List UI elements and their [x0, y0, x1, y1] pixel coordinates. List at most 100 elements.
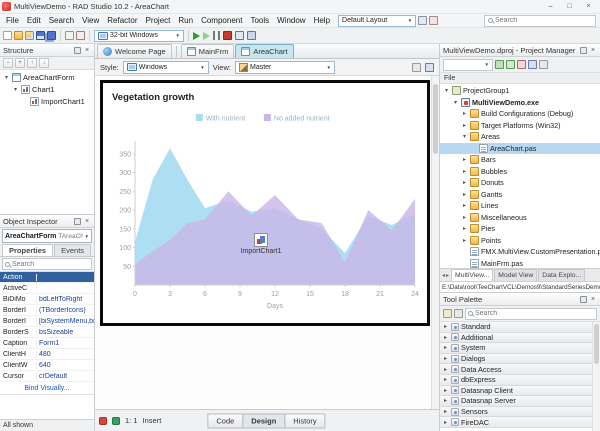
move-up-icon[interactable]: ↑: [27, 58, 37, 68]
view-design-button[interactable]: Design: [242, 413, 285, 428]
close-icon[interactable]: [589, 296, 597, 304]
palette-category-datasnap-server[interactable]: ▸Datasnap Server: [440, 396, 592, 407]
new-icon[interactable]: [3, 31, 12, 40]
options-icon[interactable]: [454, 309, 463, 318]
property-value[interactable]: 480: [37, 351, 94, 358]
expand-icon[interactable]: ▸: [461, 202, 468, 209]
structure-node-chart1[interactable]: ▾Chart1: [0, 83, 94, 95]
pm-tab-model-view[interactable]: Model View: [494, 269, 537, 281]
property-value[interactable]: Form1: [37, 340, 94, 347]
pin-icon[interactable]: [74, 47, 81, 54]
open-project-icon[interactable]: [25, 31, 34, 40]
project-node-areas[interactable]: ▾Areas: [440, 131, 600, 143]
palette-search-box[interactable]: [465, 308, 597, 320]
expand-icon[interactable]: ▸: [461, 156, 468, 163]
ide-search-box[interactable]: [484, 15, 596, 27]
move-down-icon[interactable]: ↓: [39, 58, 49, 68]
pin-icon[interactable]: [580, 296, 587, 303]
palette-category-sensors[interactable]: ▸Sensors: [440, 407, 592, 418]
trace-into-icon[interactable]: [235, 31, 244, 40]
scrollbar-thumb[interactable]: [594, 324, 599, 364]
menu-item-tools[interactable]: Tools: [246, 14, 273, 27]
property-row[interactable]: ActiveC: [0, 283, 94, 294]
expand-icon[interactable]: ▾: [3, 74, 10, 81]
stop-icon[interactable]: [223, 31, 232, 40]
expand-icon[interactable]: ▸: [461, 168, 468, 175]
remove-file-icon[interactable]: [76, 31, 85, 40]
inspector-search-input[interactable]: [12, 261, 89, 268]
menu-item-window[interactable]: Window: [273, 14, 309, 27]
expand-icon[interactable]: ▸: [461, 122, 468, 129]
open-icon[interactable]: [14, 31, 23, 40]
property-value[interactable]: bsSizeable: [37, 329, 94, 336]
pin-icon[interactable]: [580, 47, 587, 54]
pm-tab-multiview[interactable]: MultiView...: [451, 269, 493, 281]
project-selector-combo[interactable]: [443, 59, 493, 71]
structure-node-importchart1[interactable]: ImportChart1: [0, 95, 94, 107]
add-file-icon[interactable]: [65, 31, 74, 40]
bind-visually-link[interactable]: Bind Visually...: [0, 382, 94, 395]
project-node-multiviewdemo-exe[interactable]: ▾MultiViewDemo.exe: [440, 97, 600, 109]
wand-icon[interactable]: [443, 309, 452, 318]
save-all-icon[interactable]: [47, 31, 56, 40]
menu-item-edit[interactable]: Edit: [23, 14, 45, 27]
project-node-gantts[interactable]: ▸Gantts: [440, 189, 600, 201]
select-debug-desktop-icon[interactable]: [429, 16, 438, 25]
pin-icon[interactable]: [74, 218, 81, 225]
property-row[interactable]: CursorcrDefault: [0, 371, 94, 382]
tab-mainfrm[interactable]: MainFrm: [181, 44, 235, 58]
property-row[interactable]: BiDiMobdLeftToRight: [0, 294, 94, 305]
menu-item-refactor[interactable]: Refactor: [103, 14, 141, 27]
maximize-icon[interactable]: [560, 0, 579, 13]
run-no-debug-icon[interactable]: [203, 32, 210, 40]
project-node-bubbles[interactable]: ▸Bubbles: [440, 166, 600, 178]
expand-icon[interactable]: ▸: [442, 376, 449, 383]
project-node-areachart-pas[interactable]: AreaChart.pas: [440, 143, 600, 155]
view-code-button[interactable]: Code: [207, 413, 243, 428]
expand-icon[interactable]: ▸: [442, 323, 449, 330]
project-node-build-configurations-debug[interactable]: ▸Build Configurations (Debug): [440, 108, 600, 120]
close-icon[interactable]: [83, 47, 91, 55]
remove-icon[interactable]: [517, 60, 526, 69]
desktop-layout-combo[interactable]: Default Layout: [338, 15, 416, 27]
form-designer[interactable]: 5010015020025030035003691215182124DaysVe…: [95, 76, 439, 409]
minimize-icon[interactable]: [541, 0, 560, 13]
project-node-target-platforms-win32[interactable]: ▸Target Platforms (Win32): [440, 120, 600, 132]
palette-category-dbexpress[interactable]: ▸dbExpress: [440, 375, 592, 386]
scroll-left-icon[interactable]: ◂: [442, 272, 445, 279]
designer-options-icon[interactable]: [412, 63, 421, 72]
palette-category-firedac[interactable]: ▸FireDAC: [440, 417, 592, 428]
chart1-control[interactable]: 5010015020025030035003691215182124DaysVe…: [100, 80, 430, 326]
property-row[interactable]: BorderI(TBorderIcons): [0, 305, 94, 316]
property-value[interactable]: bdLeftToRight: [37, 296, 94, 303]
project-node-projectgroup1[interactable]: ▾ProjectGroup1: [440, 85, 600, 97]
expand-icon[interactable]: ▸: [442, 355, 449, 362]
palette-category-dialogs[interactable]: ▸Dialogs: [440, 354, 592, 365]
inspector-tab-properties[interactable]: Properties: [2, 244, 53, 256]
style-combo[interactable]: Windows: [123, 61, 209, 74]
menu-item-help[interactable]: Help: [310, 14, 334, 27]
expand-icon[interactable]: ▸: [461, 179, 468, 186]
save-desktop-icon[interactable]: [418, 16, 427, 25]
expand-icon[interactable]: ▾: [12, 86, 19, 93]
pause-icon[interactable]: [213, 31, 220, 40]
expand-icon[interactable]: ▸: [442, 334, 449, 341]
property-value[interactable]: [biSystemMenu,biM: [37, 318, 94, 325]
designer-grid-icon[interactable]: [425, 63, 434, 72]
build-icon[interactable]: [528, 60, 537, 69]
pm-tab-data-explo[interactable]: Data Explo...: [538, 269, 585, 281]
tab-welcome-page[interactable]: Welcome Page: [97, 44, 172, 58]
scrollbar-thumb[interactable]: [433, 84, 438, 154]
project-node-pies[interactable]: ▸Pies: [440, 223, 600, 235]
menu-item-run[interactable]: Run: [174, 14, 197, 27]
property-row[interactable]: ClientW640: [0, 360, 94, 371]
tab-areachart[interactable]: AreaChart: [235, 44, 293, 58]
project-node-lines[interactable]: ▸Lines: [440, 200, 600, 212]
tab-scroll-arrows[interactable]: ◂▸: [441, 272, 450, 279]
project-node-mainfrm-pas[interactable]: MainFrm.pas: [440, 258, 600, 269]
expand-icon[interactable]: ▸: [442, 419, 449, 426]
designer-vertical-scrollbar[interactable]: [431, 76, 439, 409]
menu-item-view[interactable]: View: [78, 14, 103, 27]
property-row[interactable]: ClientH480: [0, 349, 94, 360]
expand-icon[interactable]: ▸: [461, 191, 468, 198]
